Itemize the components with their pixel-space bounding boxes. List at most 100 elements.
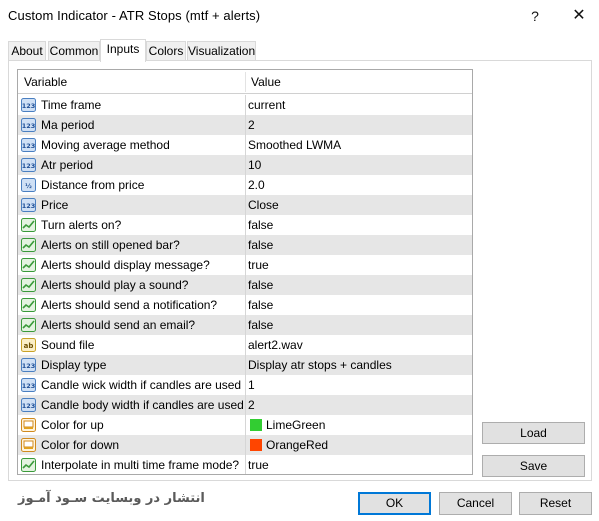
svg-text:123: 123 [22,382,36,390]
grid-row[interactable]: ½ Distance from price 2.0 [18,175,472,195]
variable-name: Color for down [41,438,120,452]
variable-name: Alerts should display message? [41,258,210,272]
column-divider [245,295,246,315]
variable-value[interactable]: 2 [248,398,255,412]
variable-value[interactable]: false [248,278,273,292]
variable-value[interactable]: Close [248,198,279,212]
variable-value[interactable]: true [248,258,269,272]
string-icon: ab [21,338,36,352]
header-divider [245,72,246,92]
variable-value[interactable]: false [248,318,273,332]
ok-button[interactable]: OK [358,492,431,515]
variable-value[interactable]: 1 [248,378,255,392]
grid-row[interactable]: 123 Display type Display atr stops + candl… [18,355,472,375]
variable-value[interactable]: 2.0 [248,178,265,192]
column-divider [245,95,246,115]
variable-value[interactable]: OrangeRed [248,438,328,452]
grid-row[interactable]: Alerts should display message? true [18,255,472,275]
tab-visualization[interactable]: Visualization [187,41,256,61]
grid-row[interactable]: 123 Candle wick width if candles are used… [18,375,472,395]
variable-name: Distance from price [41,178,145,192]
help-button[interactable]: ? [522,4,548,28]
variable-value[interactable]: current [248,98,285,112]
int-icon: 123 [21,198,36,212]
variable-value[interactable]: LimeGreen [248,418,325,432]
column-divider [245,235,246,255]
save-button[interactable]: Save [482,455,585,477]
column-divider [245,375,246,395]
header-value[interactable]: Value [251,75,281,89]
variable-value[interactable]: Display atr stops + candles [248,358,392,372]
tab-colors[interactable]: Colors [146,41,186,61]
reset-button[interactable]: Reset [519,492,592,515]
variable-value[interactable]: false [248,298,273,312]
color-icon [21,438,36,452]
grid-row[interactable]: Interpolate in multi time frame mode? tru… [18,455,472,474]
grid-row[interactable]: 123 Ma period 2 [18,115,472,135]
grid-row[interactable]: Alerts should send a notification? false [18,295,472,315]
variable-name: Time frame [41,98,102,112]
header-variable[interactable]: Variable [24,75,67,89]
variable-value[interactable]: false [248,218,273,232]
variable-name: Sound file [41,338,95,352]
grid-row[interactable]: ab Sound file alert2.wav [18,335,472,355]
bool-icon [21,458,36,472]
bool-icon [21,298,36,312]
variable-value[interactable]: alert2.wav [248,338,303,352]
grid-row[interactable]: Alerts on still opened bar? false [18,235,472,255]
variable-name: Candle wick width if candles are used [41,378,242,392]
variable-name: Moving average method [41,138,170,152]
grid-row[interactable]: Alerts should send an email? false [18,315,472,335]
grid-row[interactable]: 123 Price Close [18,195,472,215]
column-divider [245,275,246,295]
color-name: OrangeRed [266,438,329,452]
grid-row[interactable]: 123 Candle body width if candles are used… [18,395,472,415]
column-divider [245,355,246,375]
bool-icon [21,278,36,292]
variable-name: Display type [41,358,107,372]
grid-row[interactable]: 123 Moving average method Smoothed LWMA [18,135,472,155]
grid-rows: 123 Time frame current 123 Ma period 2 123 Movi… [18,95,472,474]
inputs-grid[interactable]: Variable Value 123 Time frame current 123 Ma… [17,69,473,475]
variable-value[interactable]: false [248,238,273,252]
svg-text:½: ½ [25,182,32,190]
bool-icon [21,318,36,332]
svg-text:123: 123 [22,362,36,370]
variable-value[interactable]: 2 [248,118,255,132]
variable-name: Alerts on still opened bar? [41,238,180,252]
grid-row[interactable]: Color for up LimeGreen [18,415,472,435]
tab-common[interactable]: Common [48,41,100,61]
variable-value[interactable]: Smoothed LWMA [248,138,341,152]
int-icon: 123 [21,378,36,392]
grid-row[interactable]: Turn alerts on? false [18,215,472,235]
variable-name: Price [41,198,69,212]
svg-text:123: 123 [22,202,36,210]
tab-inputs[interactable]: Inputs [100,39,146,62]
int-icon: 123 [21,138,36,152]
variable-value[interactable]: true [248,458,269,472]
column-divider [245,175,246,195]
int-icon: 123 [21,98,36,112]
grid-row[interactable]: 123 Time frame current [18,95,472,115]
column-divider [245,415,246,435]
cancel-button[interactable]: Cancel [439,492,512,515]
grid-row[interactable]: 123 Atr period 10 [18,155,472,175]
bool-icon [21,238,36,252]
close-button[interactable]: ✕ [566,4,592,28]
svg-text:123: 123 [22,402,36,410]
grid-row[interactable]: Color for down OrangeRed [18,435,472,455]
color-icon [21,418,36,432]
column-divider [245,315,246,335]
column-divider [245,215,246,235]
svg-text:ab: ab [24,342,34,350]
color-swatch [250,439,262,451]
window-title: Custom Indicator - ATR Stops (mtf + aler… [8,8,261,23]
bool-icon [21,218,36,232]
grid-row[interactable]: Alerts should play a sound? false [18,275,472,295]
variable-name: Color for up [41,418,104,432]
variable-value[interactable]: 10 [248,158,261,172]
variable-name: Candle body width if candles are used [41,398,244,412]
load-button[interactable]: Load [482,422,585,444]
int-icon: 123 [21,118,36,132]
tab-about[interactable]: About [8,41,46,61]
